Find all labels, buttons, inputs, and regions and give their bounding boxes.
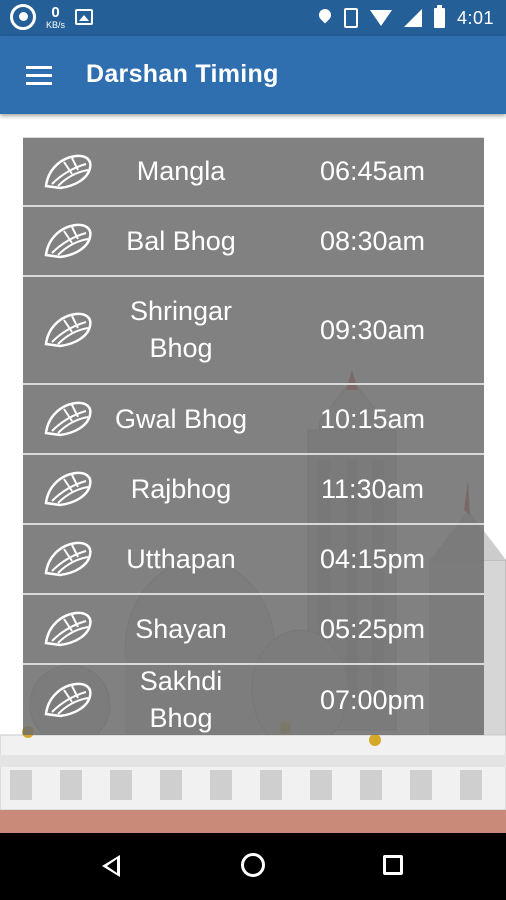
conch-shell-icon: [23, 595, 107, 663]
image-icon: [75, 9, 94, 25]
timing-row: Bal Bhog 08:30am: [23, 207, 484, 277]
darshan-time: 11:30am: [320, 473, 425, 504]
conch-shell-icon: [23, 385, 107, 453]
hamburger-menu-icon[interactable]: [26, 66, 54, 86]
location-icon: [318, 9, 332, 27]
whatsapp-icon: [10, 4, 36, 30]
darshan-time: 08:30am: [319, 225, 426, 256]
navigation-bar: [0, 833, 506, 900]
signal-icon: [403, 9, 422, 27]
conch-shell-icon: [23, 525, 107, 593]
wifi-icon: [369, 10, 392, 26]
timing-row: Mangla 06:45am: [23, 137, 484, 207]
darshan-time: 04:15pm: [319, 543, 426, 574]
conch-shell-icon: [23, 138, 107, 205]
timing-row: Utthapan 04:15pm: [23, 525, 484, 595]
page-title: Darshan Timing: [86, 60, 279, 88]
darshan-name: Mangla: [136, 156, 226, 186]
timing-row: Shayan 05:25pm: [23, 595, 484, 665]
network-speed: 0 KB/s: [46, 5, 65, 30]
vibrate-icon: [343, 8, 358, 28]
conch-shell-icon: [23, 455, 107, 523]
darshan-name: Bal Bhog: [126, 225, 236, 256]
darshan-timing-table: Mangla 06:45am Bal Bhog 08:30am Shringar…: [23, 137, 484, 735]
darshan-time: 07:00pm: [319, 684, 426, 715]
timing-row: Sakhdi Bhog 07:00pm: [23, 665, 484, 735]
network-speed-value: 0: [51, 3, 60, 21]
darshan-time: 06:45am: [319, 156, 426, 186]
recents-icon[interactable]: [383, 855, 403, 875]
timing-row: Gwal Bhog 10:15am: [23, 385, 484, 455]
home-icon[interactable]: [241, 853, 265, 877]
timing-row: Rajbhog 11:30am: [23, 455, 484, 525]
conch-shell-icon: [23, 277, 107, 383]
timing-row: Shringar Bhog 09:30am: [23, 277, 484, 385]
darshan-time: 05:25pm: [319, 613, 426, 644]
darshan-name: Rajbhog: [130, 473, 232, 504]
darshan-time: 10:15am: [319, 403, 426, 434]
darshan-name: Utthapan: [126, 543, 236, 574]
battery-icon: [433, 5, 445, 28]
darshan-name: Sakhdi Bhog: [139, 666, 223, 733]
darshan-name: Gwal Bhog: [114, 403, 248, 434]
back-icon[interactable]: [102, 855, 120, 877]
network-speed-unit: KB/s: [46, 19, 66, 30]
conch-shell-icon: [23, 665, 107, 735]
app-bar: Darshan Timing: [0, 36, 506, 114]
status-bar: 0 KB/s 4:01: [0, 0, 506, 36]
conch-shell-icon: [23, 207, 107, 275]
darshan-time: 09:30am: [319, 314, 426, 345]
darshan-name: Shringar Bhog: [129, 296, 233, 363]
darshan-name: Shayan: [135, 613, 227, 644]
status-time: 4:01: [456, 7, 494, 28]
